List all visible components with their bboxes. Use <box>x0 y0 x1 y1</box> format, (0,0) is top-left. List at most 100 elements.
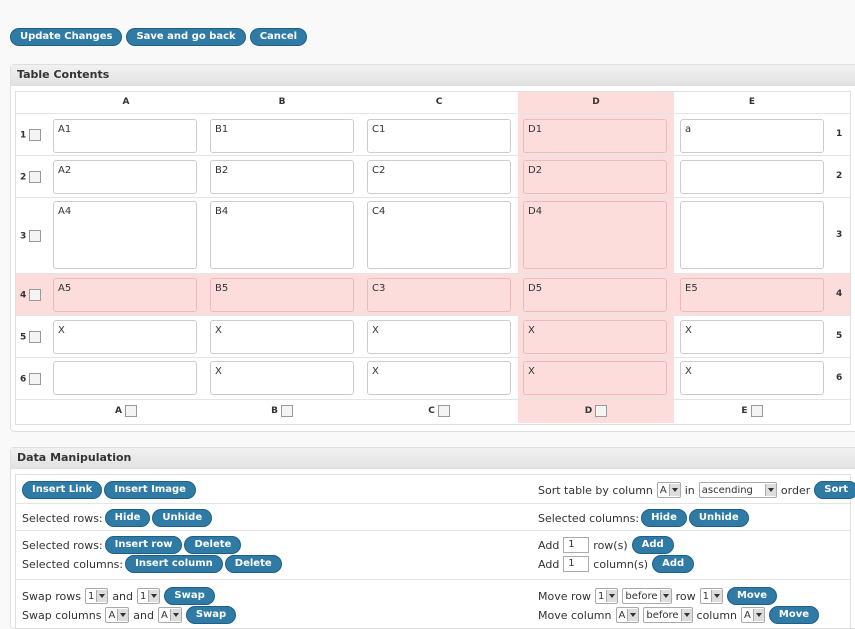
cell-d5[interactable]: X <box>523 320 667 354</box>
insert-link-button[interactable]: Insert Link <box>22 481 103 499</box>
selected-columns-label: Selected columns: <box>538 511 640 525</box>
column-checkbox[interactable] <box>124 404 137 417</box>
cell-c6[interactable]: X <box>367 361 511 395</box>
column-checkbox[interactable] <box>437 404 450 417</box>
delete-rows-button[interactable]: Delete <box>184 536 242 554</box>
table-grid: A B C D E 1 A1 B1 C1 D1 a 1 2 A2 B2 C2 D… <box>15 91 851 425</box>
cell-b4[interactable]: B5 <box>210 278 354 312</box>
col-header-a: A <box>122 97 130 107</box>
swap-row-a-select[interactable]: 1 <box>84 588 109 604</box>
add-columns-input[interactable]: 1 <box>563 556 590 572</box>
cell-b2[interactable]: B2 <box>210 160 354 194</box>
move-col-position-select[interactable]: before <box>643 607 693 623</box>
table-row: 2 A2 B2 C2 D2 2 <box>16 156 850 198</box>
row-checkbox[interactable] <box>29 171 42 183</box>
cell-d1[interactable]: D1 <box>523 119 667 153</box>
col-footer-d: D <box>518 400 674 423</box>
cell-a4[interactable]: A5 <box>53 278 197 312</box>
row-checkbox[interactable] <box>29 373 42 385</box>
cell-e4[interactable]: E5 <box>680 278 824 312</box>
cell-b3[interactable]: B4 <box>210 201 354 269</box>
move-column-button[interactable]: Move <box>768 606 819 624</box>
cell-b6[interactable]: X <box>210 361 354 395</box>
insert-column-button[interactable]: Insert column <box>125 555 223 573</box>
sort-button[interactable]: Sort <box>814 481 855 499</box>
move-row-label: Move row <box>538 589 592 603</box>
cell-d6[interactable]: X <box>523 361 667 395</box>
cell-a6[interactable] <box>53 361 197 395</box>
move-column-label: Move column <box>538 608 612 622</box>
cell-b5[interactable]: X <box>210 320 354 354</box>
column-checkbox[interactable] <box>750 404 763 417</box>
insert-row-button[interactable]: Insert row <box>104 536 183 554</box>
col-footer-c: C <box>361 400 517 423</box>
cell-e2[interactable] <box>680 160 824 194</box>
save-and-go-back-button[interactable]: Save and go back <box>126 28 246 46</box>
cell-c3[interactable]: C4 <box>367 201 511 269</box>
delete-columns-button[interactable]: Delete <box>224 555 282 573</box>
move-col-a-select[interactable]: A <box>615 607 640 623</box>
swap-col-a-select[interactable]: A <box>105 607 130 623</box>
unhide-rows-button[interactable]: Unhide <box>152 509 213 527</box>
chevron-down-icon <box>606 590 618 602</box>
chevron-down-icon <box>96 590 108 602</box>
row-checkbox[interactable] <box>29 129 42 141</box>
swap-row-b-select[interactable]: 1 <box>137 588 161 604</box>
add-rows-input[interactable]: 1 <box>563 537 590 553</box>
cell-a5[interactable]: X <box>53 320 197 354</box>
unhide-columns-button[interactable]: Unhide <box>688 509 749 527</box>
column-word-label: column <box>696 608 738 622</box>
col-header-b: B <box>278 97 286 107</box>
cell-b1[interactable]: B1 <box>210 119 354 153</box>
cell-e1[interactable]: a <box>680 119 824 153</box>
add-label: Add <box>538 538 560 552</box>
column-checkbox[interactable] <box>280 404 293 417</box>
row-checkbox[interactable] <box>29 289 42 301</box>
cell-a2[interactable]: A2 <box>53 160 197 194</box>
cell-c5[interactable]: X <box>367 320 511 354</box>
row-number: 3 <box>20 230 42 242</box>
cell-e5[interactable]: X <box>680 320 824 354</box>
cancel-button[interactable]: Cancel <box>249 28 308 46</box>
insert-image-button[interactable]: Insert Image <box>104 481 196 499</box>
column-checkbox[interactable] <box>595 404 608 417</box>
chevron-down-icon <box>148 590 160 602</box>
hide-columns-button[interactable]: Hide <box>641 509 687 527</box>
row-checkbox[interactable] <box>29 230 42 242</box>
add-rows-button[interactable]: Add <box>631 536 674 554</box>
move-row-button[interactable]: Move <box>726 587 778 605</box>
row-word-label: row <box>675 589 696 603</box>
cell-d2[interactable]: D2 <box>523 160 667 194</box>
rows-suffix: row(s) <box>593 538 628 552</box>
row-number-right: 3 <box>836 230 843 240</box>
move-row-b-select[interactable]: 1 <box>699 588 723 604</box>
swap-rows-button[interactable]: Swap <box>164 587 215 605</box>
dm-row-swap-move: Swap rows 1 and 1 Swap Swap columns A an… <box>16 580 850 629</box>
cell-a3[interactable]: A4 <box>53 201 197 269</box>
move-row-position-select[interactable]: before <box>622 588 672 604</box>
swap-col-b-select[interactable]: A <box>157 607 182 623</box>
cell-d3[interactable]: D4 <box>523 201 667 269</box>
table-row: 1 A1 B1 C1 D1 a 1 <box>16 114 850 156</box>
sort-column-select[interactable]: A <box>656 482 681 498</box>
swap-columns-button[interactable]: Swap <box>185 606 237 624</box>
add-columns-button[interactable]: Add <box>652 555 695 573</box>
move-col-b-select[interactable]: A <box>741 607 765 623</box>
update-changes-button[interactable]: Update Changes <box>10 28 123 46</box>
cell-c4[interactable]: C3 <box>367 278 511 312</box>
cell-a1[interactable]: A1 <box>53 119 197 153</box>
cell-c1[interactable]: C1 <box>367 119 511 153</box>
table-row: 3 A4 B4 C4 D4 3 <box>16 198 850 274</box>
cell-c2[interactable]: C2 <box>367 160 511 194</box>
cell-d4[interactable]: D5 <box>523 278 667 312</box>
row-checkbox[interactable] <box>29 331 42 343</box>
cell-e6[interactable]: X <box>680 361 824 395</box>
sort-in-label: in <box>684 483 695 497</box>
and-label: and <box>112 589 134 603</box>
hide-rows-button[interactable]: Hide <box>104 509 151 527</box>
and-label: and <box>133 608 154 622</box>
cell-e3[interactable] <box>680 201 824 269</box>
move-row-a-select[interactable]: 1 <box>595 588 619 604</box>
row-number-right: 1 <box>836 129 843 139</box>
sort-order-select[interactable]: ascending <box>698 482 777 498</box>
